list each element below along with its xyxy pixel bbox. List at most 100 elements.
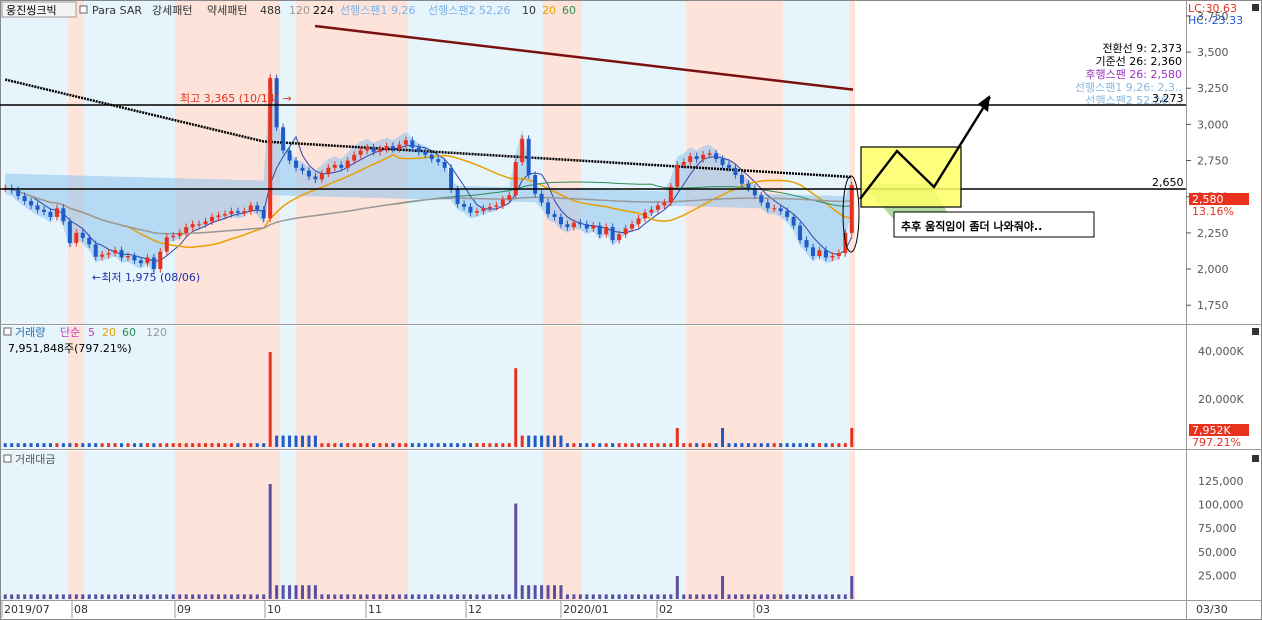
candle-body[interactable] [365,147,370,151]
candle-body[interactable] [836,253,841,257]
volume-bar[interactable] [16,443,20,447]
amount-bar[interactable] [275,585,279,599]
candle-body[interactable] [843,232,848,254]
candle-body[interactable] [694,156,699,160]
amount-bar[interactable] [708,594,712,599]
amount-bar[interactable] [42,594,46,599]
amount-bar[interactable] [611,594,615,599]
indicator-label[interactable]: 120 [289,4,310,17]
indicator-toggle[interactable] [79,5,88,14]
candle-body[interactable] [733,167,738,176]
candle-body[interactable] [526,138,531,176]
volume-bar[interactable] [333,443,337,447]
volume-bar[interactable] [533,435,537,447]
volume-bar[interactable] [714,443,718,447]
amount-bar[interactable] [417,594,421,599]
volume-bar[interactable] [611,443,615,447]
volume-bar[interactable] [74,443,78,447]
amount-bar[interactable] [637,594,641,599]
volume-bar[interactable] [675,428,679,447]
candle-body[interactable] [177,232,182,236]
candle-body[interactable] [642,212,647,219]
volume-bar[interactable] [288,435,292,447]
candle-body[interactable] [235,211,240,213]
volume-bar[interactable] [494,443,498,447]
amount-bar[interactable] [113,594,117,599]
amount-bar[interactable] [74,594,78,599]
candle-body[interactable] [281,127,286,151]
amount-bar[interactable] [617,594,621,599]
volume-bar[interactable] [811,443,815,447]
amount-bar[interactable] [837,594,841,599]
volume-bar[interactable] [120,443,124,447]
candle-body[interactable] [384,146,389,149]
candle-body[interactable] [604,227,609,235]
candle-body[interactable] [306,170,311,177]
volume-bar[interactable] [617,443,621,447]
volume-bar[interactable] [410,443,414,447]
amount-bar[interactable] [520,585,524,599]
amount-bar[interactable] [262,594,266,599]
volume-bar[interactable] [100,443,104,447]
indicator-label[interactable]: 선행스팬2 52,26 [428,4,510,17]
candle-body[interactable] [597,225,602,235]
volume-bar[interactable] [798,443,802,447]
candle-body[interactable] [810,247,815,257]
volume-bar[interactable] [449,443,453,447]
amount-bar[interactable] [527,585,531,599]
candle-body[interactable] [67,221,72,243]
volume-panel-toggle[interactable] [3,327,12,336]
volume-bar[interactable] [339,443,343,447]
candle-body[interactable] [578,222,583,225]
candle-body[interactable] [203,221,208,225]
candle-body[interactable] [54,208,59,217]
candle-body[interactable] [42,209,47,212]
volume-panel-close[interactable] [1252,328,1259,335]
amount-bar[interactable] [36,594,40,599]
candle-body[interactable] [261,209,266,219]
amount-bar[interactable] [365,594,369,599]
candle-body[interactable] [726,164,731,168]
amount-bar[interactable] [850,576,854,599]
candle-body[interactable] [759,195,764,203]
volume-bar[interactable] [307,435,311,447]
volume-bar[interactable] [669,443,673,447]
volume-bar[interactable] [837,443,841,447]
volume-bar[interactable] [624,443,628,447]
volume-bar[interactable] [204,443,208,447]
amount-bar[interactable] [662,594,666,599]
amount-bar[interactable] [126,594,130,599]
candle-body[interactable] [171,235,176,238]
amount-bar[interactable] [346,594,350,599]
amount-bar[interactable] [792,594,796,599]
amount-bar[interactable] [81,594,85,599]
amount-bar[interactable] [352,594,356,599]
candle-body[interactable] [617,234,622,241]
indicator-label[interactable]: 10 [522,4,536,17]
indicator-label[interactable]: 약세패턴 [207,3,247,17]
candle-body[interactable] [313,176,318,180]
volume-bar[interactable] [10,443,14,447]
candle-body[interactable] [546,202,551,215]
volume-bar[interactable] [850,428,854,447]
amount-bar[interactable] [733,594,737,599]
amount-bar[interactable] [669,594,673,599]
amount-bar[interactable] [488,594,492,599]
amount-bar[interactable] [313,585,317,599]
candle-body[interactable] [552,214,557,217]
candle-body[interactable] [229,211,234,215]
amount-bar[interactable] [456,594,460,599]
amount-bar[interactable] [630,594,634,599]
amount-bar[interactable] [688,594,692,599]
candle-body[interactable] [138,260,143,264]
candle-body[interactable] [623,228,628,235]
amount-bar[interactable] [391,594,395,599]
amount-bar[interactable] [475,594,479,599]
candle-body[interactable] [688,156,693,162]
volume-bar[interactable] [656,443,660,447]
volume-bar[interactable] [507,443,511,447]
amount-bar[interactable] [171,594,175,599]
candle-body[interactable] [242,211,247,213]
amount-bar[interactable] [514,503,518,599]
volume-bar[interactable] [36,443,40,447]
